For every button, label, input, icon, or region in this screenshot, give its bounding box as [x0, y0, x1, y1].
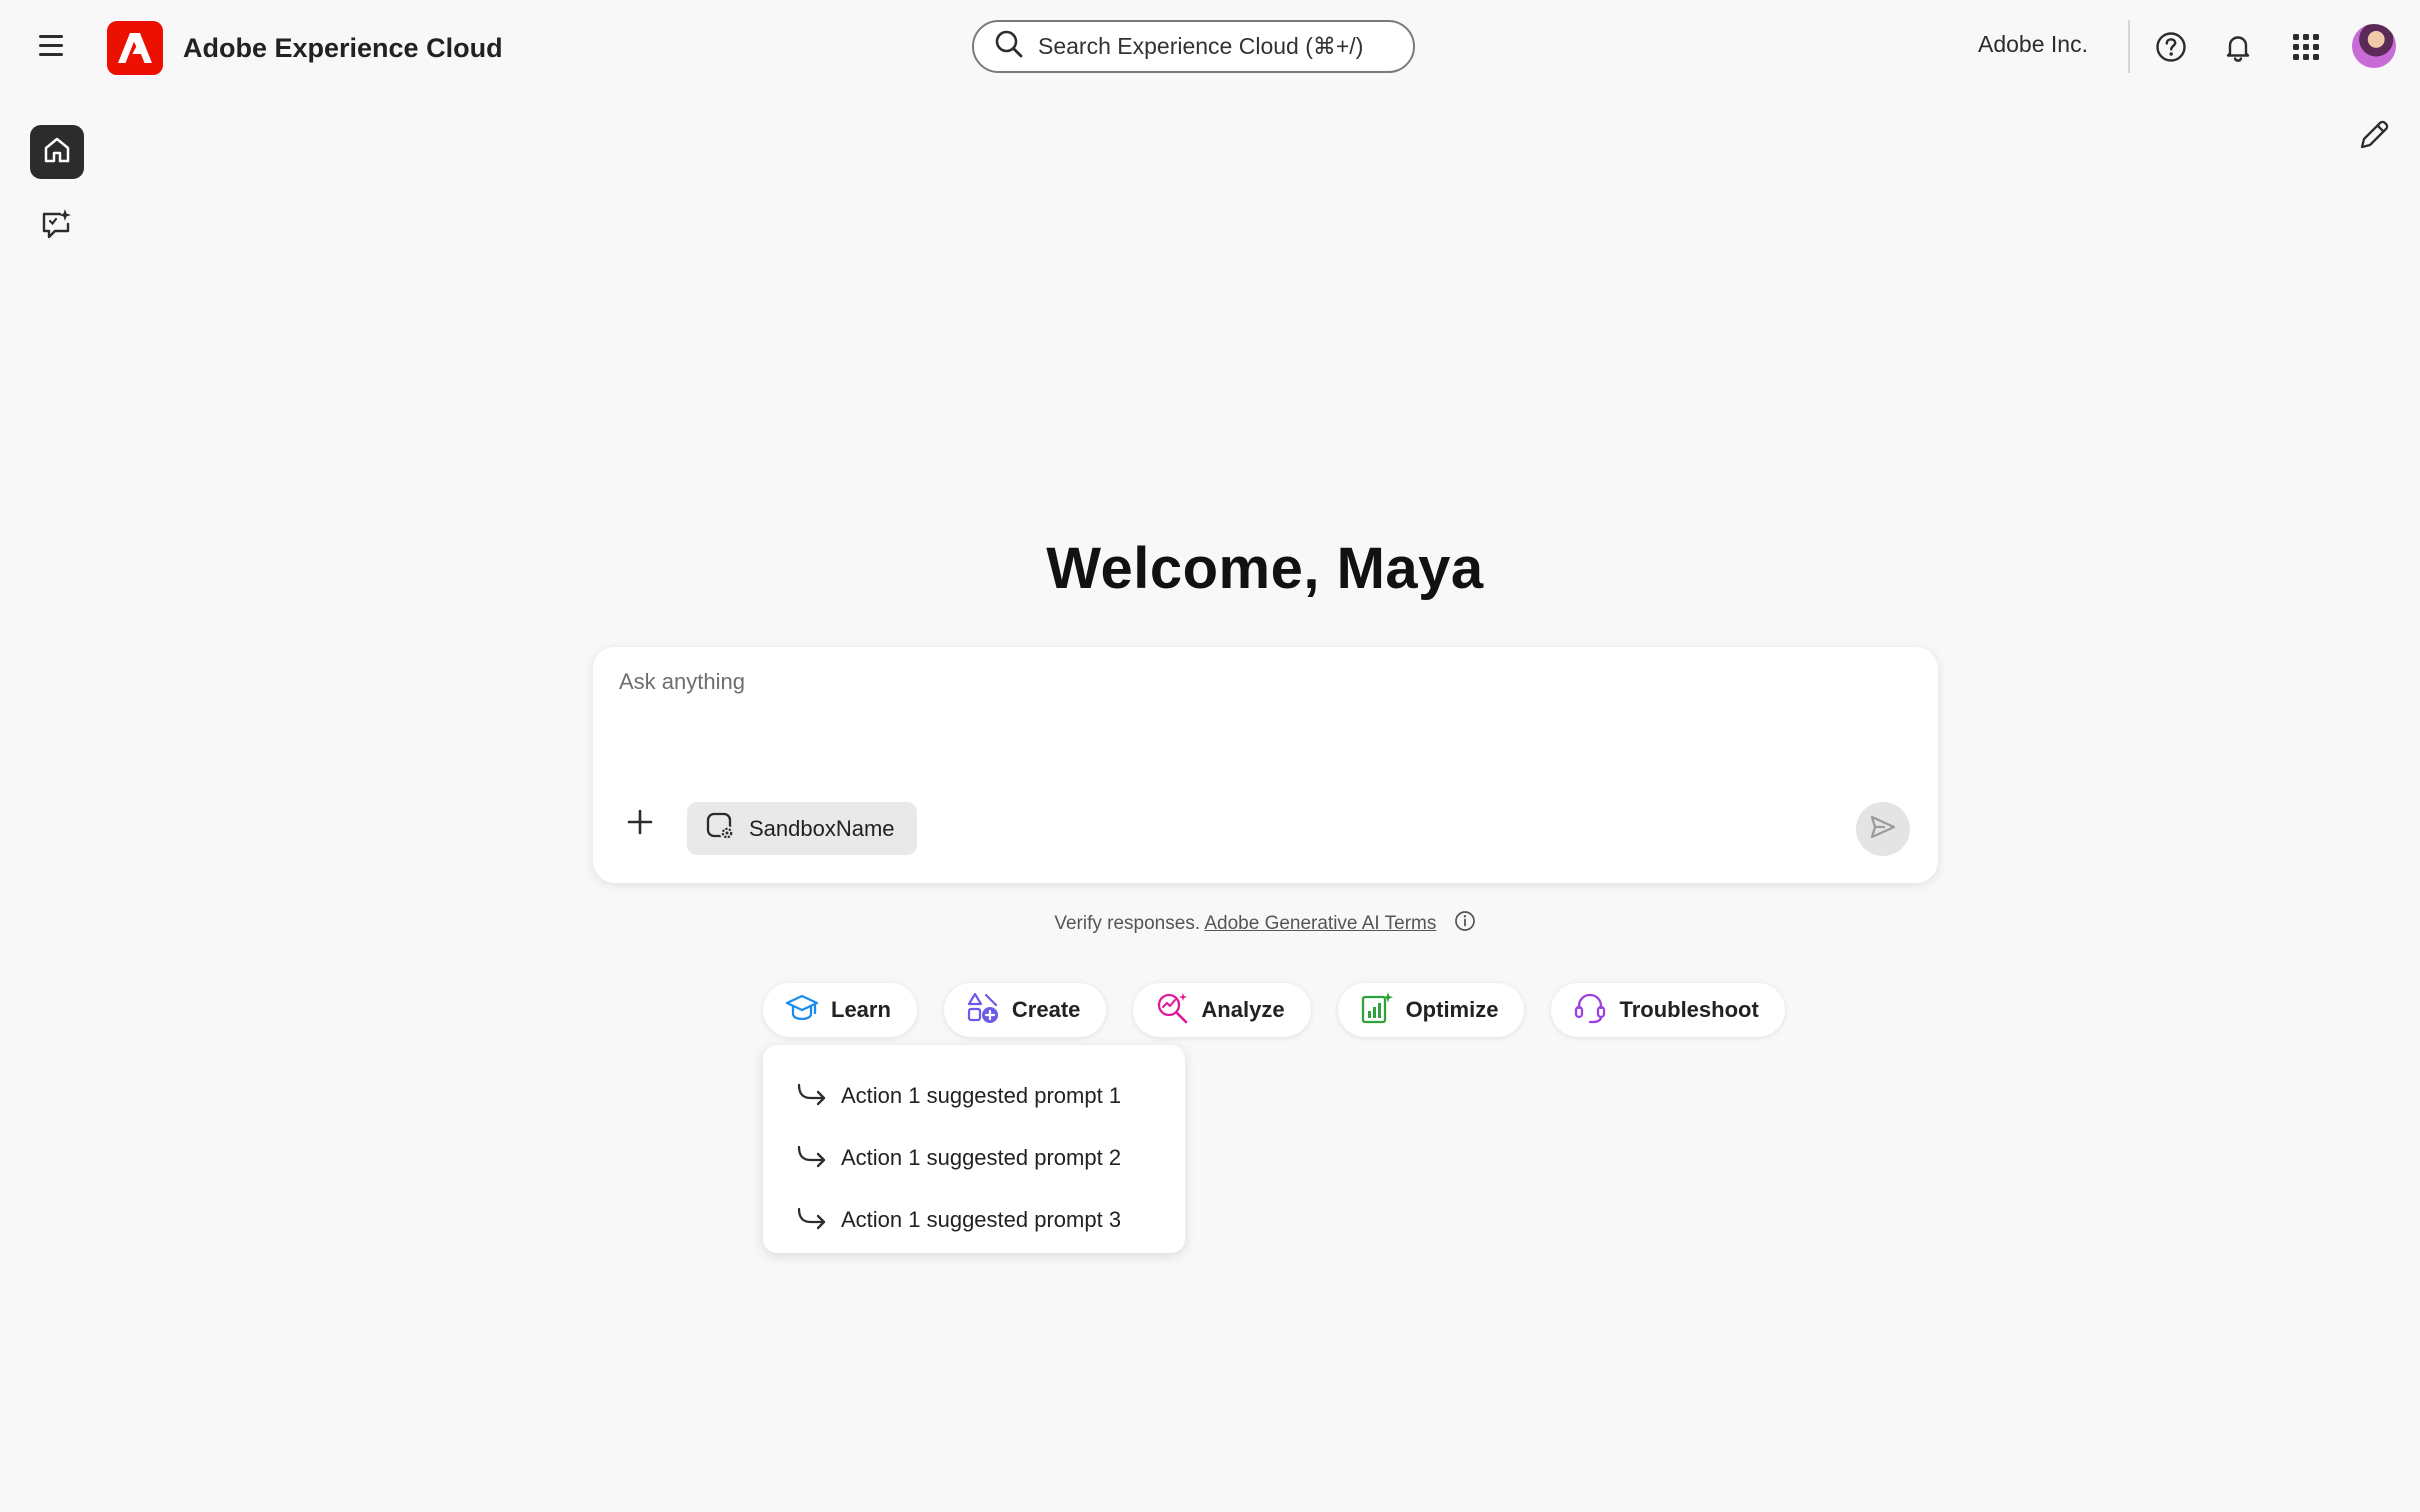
home-icon: [42, 135, 72, 170]
suggested-prompt-label: Action 1 suggested prompt 2: [841, 1145, 1122, 1170]
action-label: Optimize: [1405, 997, 1499, 1022]
send-icon: [1869, 813, 1897, 846]
edit-pencil-icon[interactable]: [2352, 113, 2396, 157]
verify-text: Verify responses.: [1054, 913, 1201, 935]
action-create-button[interactable]: Create: [943, 983, 1107, 1037]
sandbox-selector[interactable]: SandboxName: [687, 802, 917, 855]
disclaimer: Verify responses. Adobe Generative AI Te…: [0, 910, 2420, 938]
prompt-card: SandboxName: [593, 647, 1938, 883]
search-bar[interactable]: [972, 20, 1415, 73]
arrow-return-icon: [797, 1206, 827, 1235]
welcome-heading: Welcome, Maya: [1046, 536, 1484, 601]
suggested-prompts-menu: Action 1 suggested prompt 1 Action 1 sug…: [763, 1045, 1185, 1253]
search-input[interactable]: [1038, 33, 1398, 60]
action-label: Troubleshoot: [1619, 997, 1759, 1022]
menu-icon[interactable]: [36, 30, 68, 62]
add-attachment-button[interactable]: [623, 807, 657, 841]
headset-icon: [1573, 991, 1607, 1030]
action-analyze-button[interactable]: Analyze: [1133, 983, 1311, 1037]
suggested-prompt-item[interactable]: Action 1 suggested prompt 3: [763, 1189, 1185, 1251]
action-pills: Learn Create Analyze Optimize Troublesho…: [763, 983, 1812, 1037]
sandbox-label: SandboxName: [749, 815, 895, 841]
header-divider: [2128, 20, 2130, 73]
send-button[interactable]: [1856, 802, 1910, 856]
plus-icon: [626, 808, 654, 841]
rail-assistant-button[interactable]: [30, 199, 84, 253]
action-label: Learn: [831, 997, 891, 1022]
org-switcher[interactable]: Adobe Inc.: [1978, 31, 2088, 58]
action-learn-button[interactable]: Learn: [763, 983, 917, 1037]
create-shapes-icon: [966, 991, 1000, 1030]
optimize-chart-icon: [1360, 991, 1394, 1030]
action-label: Create: [1011, 997, 1081, 1022]
suggested-prompt-item[interactable]: Action 1 suggested prompt 2: [763, 1127, 1185, 1189]
avatar[interactable]: [2352, 24, 2396, 68]
prompt-input[interactable]: [619, 669, 1909, 729]
suggested-prompt-label: Action 1 suggested prompt 1: [841, 1083, 1122, 1108]
help-icon[interactable]: [2151, 27, 2191, 67]
search-icon: [994, 29, 1024, 64]
bell-icon[interactable]: [2218, 27, 2258, 67]
adobe-logo[interactable]: [107, 21, 163, 75]
action-optimize-button[interactable]: Optimize: [1337, 983, 1525, 1037]
info-icon[interactable]: [1454, 910, 1476, 938]
suggested-prompt-label: Action 1 suggested prompt 3: [841, 1207, 1122, 1232]
terms-link[interactable]: Adobe Generative AI Terms: [1204, 913, 1436, 934]
top-bar: Adobe Experience Cloud Adobe Inc.: [0, 0, 2420, 94]
graduation-cap-icon: [785, 993, 819, 1028]
arrow-return-icon: [797, 1144, 827, 1173]
suggested-prompt-item[interactable]: Action 1 suggested prompt 1: [763, 1065, 1185, 1127]
action-troubleshoot-button[interactable]: Troubleshoot: [1551, 983, 1785, 1037]
apps-grid-icon[interactable]: [2286, 27, 2326, 67]
action-label: Analyze: [1201, 997, 1285, 1022]
rail-home-button[interactable]: [30, 125, 84, 179]
arrow-return-icon: [797, 1082, 827, 1111]
analyze-magnifier-icon: [1155, 991, 1189, 1030]
chat-sparkle-icon: [40, 207, 74, 246]
sandbox-gear-icon: [705, 810, 737, 847]
app-title[interactable]: Adobe Experience Cloud: [183, 33, 503, 64]
app-root: Adobe Experience Cloud Adobe Inc.: [0, 0, 2420, 1512]
